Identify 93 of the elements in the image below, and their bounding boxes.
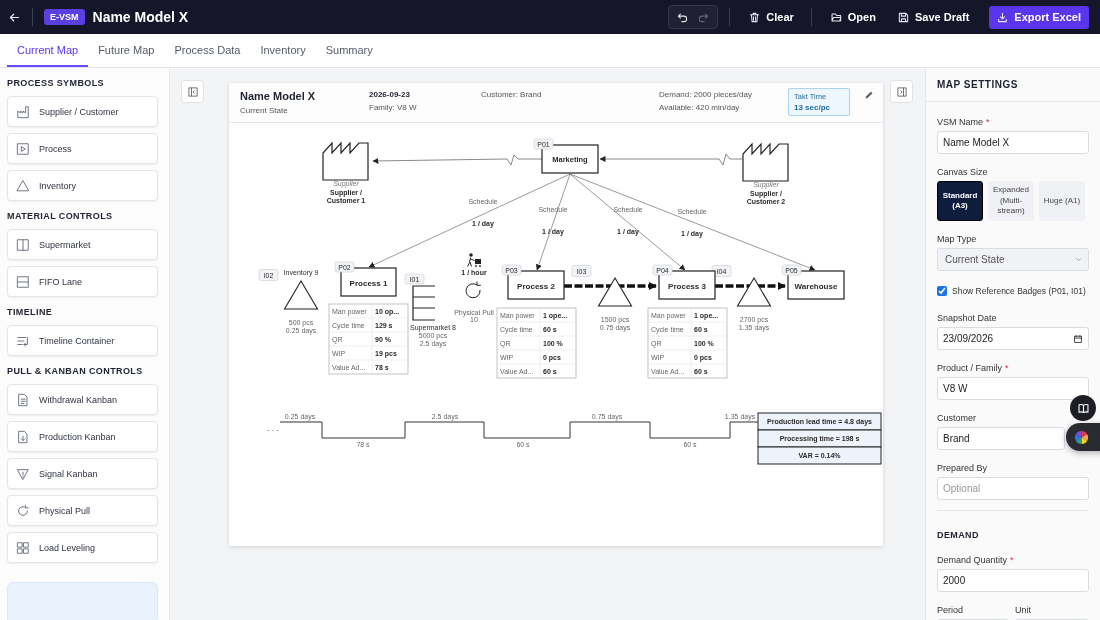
save-button[interactable]: Save Draft — [891, 5, 976, 29]
supermarket-icon — [412, 285, 436, 321]
theme-button[interactable] — [1066, 423, 1100, 451]
operator-cart-icon — [467, 253, 481, 267]
input-field[interactable]: Optional — [937, 477, 1089, 500]
map-date: 2026-09-23 — [369, 90, 411, 99]
inventory-triangle — [736, 276, 772, 307]
required-mark: * — [1005, 363, 1009, 373]
map-family: Family: V8 W — [369, 103, 418, 112]
export-button[interactable]: Export Excel — [989, 5, 1089, 29]
input-field[interactable]: 2000 — [937, 569, 1089, 592]
trash-icon — [749, 11, 761, 23]
collapse-left-button[interactable] — [181, 80, 204, 103]
download-icon — [997, 11, 1009, 23]
panel-title: MAP SETTINGS — [926, 68, 1100, 102]
tab[interactable]: Process Data — [164, 34, 251, 67]
field-label: Map Type — [937, 234, 978, 244]
folder-icon — [830, 11, 842, 23]
input-field[interactable]: V8 W — [937, 377, 1089, 400]
input-field[interactable]: Brand — [937, 427, 1065, 450]
circular-arrow-icon — [465, 281, 482, 299]
symbol-item[interactable]: Production Kanban — [7, 421, 158, 452]
tab[interactable]: Inventory — [250, 34, 316, 67]
field-label: Period — [937, 605, 964, 615]
symbol-item[interactable]: Load Leveling — [7, 532, 158, 563]
logo-badge: E-VSM — [44, 9, 85, 25]
color-wheel-icon — [1074, 429, 1089, 445]
chevron-down-icon — [1074, 255, 1083, 264]
factory-icon — [16, 104, 30, 119]
inventory-icon — [16, 178, 30, 193]
field-label: Prepared By — [937, 463, 989, 473]
panel-right-icon — [895, 85, 908, 98]
symbol-item[interactable]: Physical Pull — [7, 495, 158, 526]
checkbox[interactable] — [937, 286, 947, 296]
clear-button[interactable]: Clear — [743, 5, 800, 29]
inventory-triangle — [597, 276, 633, 307]
signal-icon — [16, 466, 30, 481]
section-heading: MATERIAL CONTROLS — [7, 211, 114, 221]
map-customer: Customer: Brand — [481, 90, 543, 99]
section-heading: DEMAND — [937, 530, 979, 540]
checkbox-label: Show Reference Badges (P01, I01) — [952, 286, 1086, 296]
calendar-icon[interactable] — [1073, 333, 1083, 344]
panel-left-icon — [186, 85, 199, 98]
collapse-right-button[interactable] — [890, 80, 913, 103]
symbol-item[interactable]: Supermarket — [7, 229, 158, 260]
canvas-size-option[interactable]: Standard (A3) — [937, 181, 983, 221]
tab[interactable]: Summary — [315, 34, 383, 67]
symbol-item[interactable]: Supplier / Customer — [7, 96, 158, 127]
required-mark: * — [1010, 555, 1014, 565]
map-state: Current State — [240, 106, 289, 115]
field-label: Canvas Size — [937, 167, 989, 177]
symbol-item[interactable]: Signal Kanban — [7, 458, 158, 489]
push-arrow — [715, 282, 786, 290]
guide-button[interactable] — [1070, 395, 1096, 421]
field-label: Customer — [937, 413, 977, 423]
field-label: VSM Name * — [937, 117, 991, 127]
section-heading: PROCESS SYMBOLS — [7, 78, 105, 88]
symbol-item[interactable]: Inventory — [7, 170, 158, 201]
required-mark: * — [986, 117, 990, 127]
canvas-size-option[interactable]: Expanded (Multi-stream) — [988, 181, 1034, 221]
pencil-icon[interactable] — [864, 90, 874, 100]
map-type-select[interactable]: Current State — [937, 248, 1089, 271]
map-available: Available: 420 min/day — [659, 103, 741, 112]
undo-icon[interactable] — [677, 11, 689, 23]
section-heading: TIMELINE — [7, 307, 54, 317]
date-field[interactable]: 23/09/2026 — [937, 327, 1089, 350]
section-heading: PULL & KANBAN CONTROLS — [7, 366, 144, 376]
map-demand: Demand: 2000 pieces/day — [659, 90, 753, 99]
symbol-item[interactable]: Process — [7, 133, 158, 164]
production-icon — [16, 429, 30, 444]
pull-icon — [16, 503, 30, 518]
tab[interactable]: Future Map — [88, 34, 165, 67]
canvas-size-option[interactable]: Huge (A1) — [1039, 181, 1085, 221]
leveling-icon — [16, 540, 30, 555]
book-icon — [1076, 401, 1090, 415]
symbol-item[interactable]: Timeline Container — [7, 325, 158, 356]
map-name: Name Model X — [240, 90, 317, 102]
inventory-triangle — [283, 279, 319, 310]
supermarket-icon — [16, 237, 30, 252]
field-label: Product / Family * — [937, 363, 1010, 373]
factory-icon — [742, 142, 789, 182]
fifo-icon — [16, 274, 30, 289]
symbol-item[interactable]: Withdrawal Kanban — [7, 384, 158, 415]
withdrawal-icon — [16, 392, 30, 407]
process-icon — [16, 141, 30, 156]
symbol-item[interactable]: FIFO Lane — [7, 266, 158, 297]
field-label: Demand Quantity * — [937, 555, 1015, 565]
field-label: Unit — [1015, 605, 1032, 615]
map-title: Name Model X — [92, 9, 189, 25]
field-label: Snapshot Date — [937, 313, 998, 323]
input-field[interactable]: Name Model X — [937, 131, 1089, 154]
open-button[interactable]: Open — [824, 5, 882, 29]
factory-icon — [322, 141, 369, 181]
